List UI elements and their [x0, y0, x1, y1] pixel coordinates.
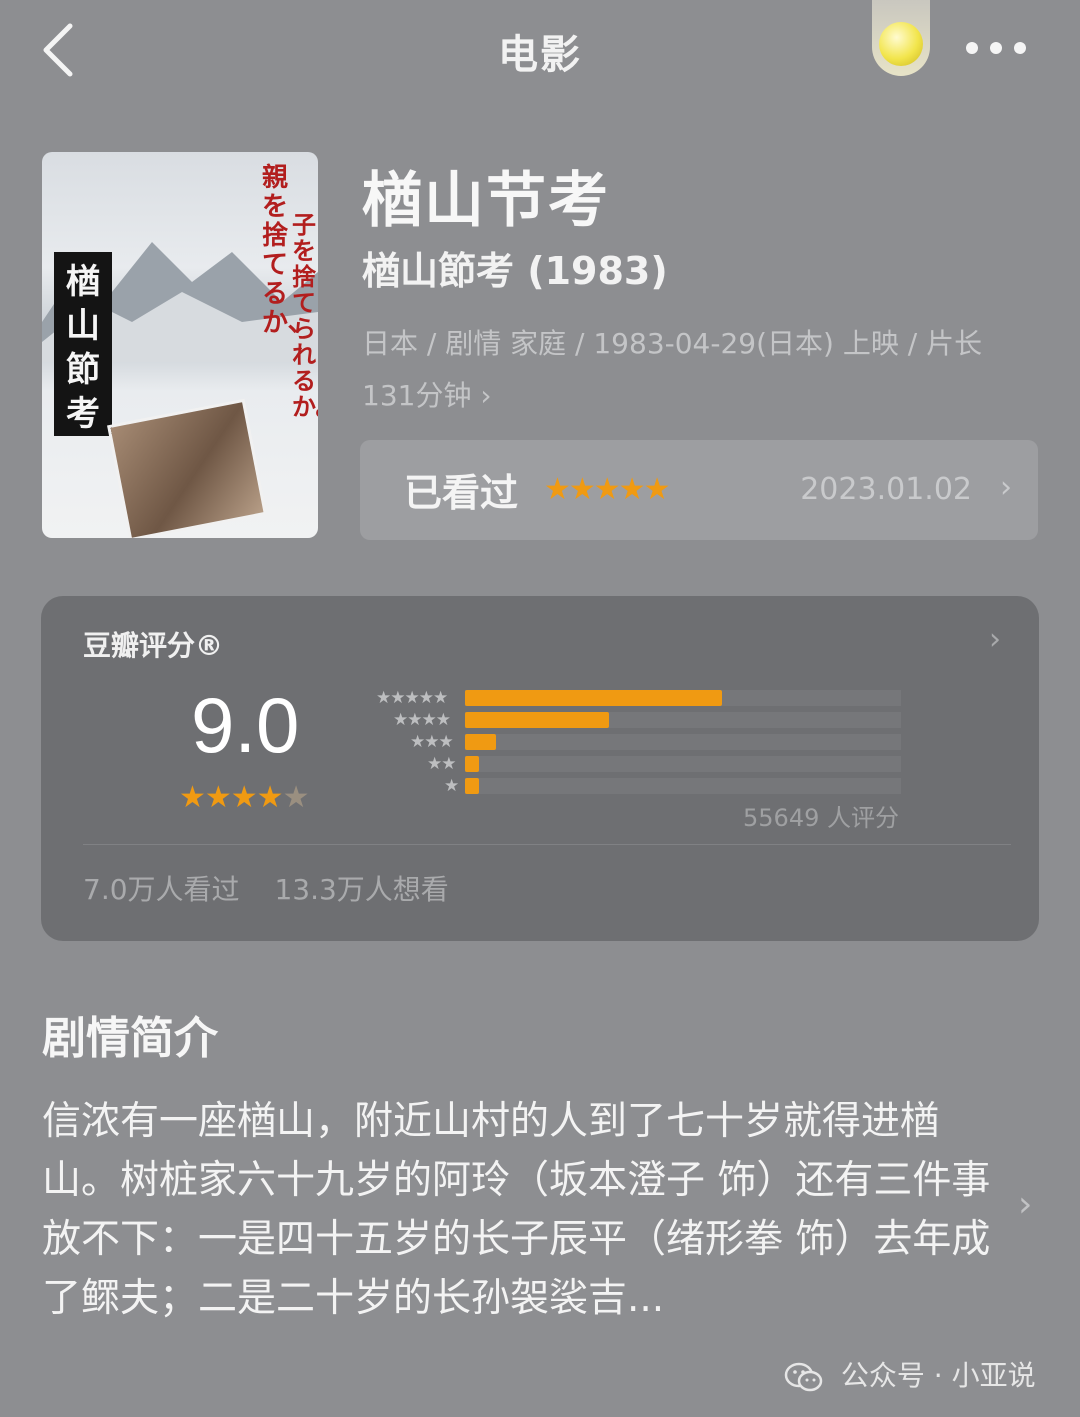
- movie-poster[interactable]: 楢山節考 親を捨てるか、 子を捨てられるか。: [42, 152, 318, 538]
- chevron-right-icon: ›: [480, 379, 492, 412]
- synopsis-heading: 剧情简介: [42, 1013, 218, 1064]
- watermark-text: 公众号 · 小亚说: [840, 1359, 1036, 1392]
- distribution-bar: [465, 690, 722, 706]
- rating-count: 55649 人评分: [743, 804, 899, 832]
- want-count: 13.3万人想看: [274, 873, 449, 906]
- movie-original-title: 楢山節考 (1983): [362, 249, 668, 293]
- watched-date: 2023.01.02: [800, 472, 972, 507]
- gold-coin-icon: [879, 22, 923, 66]
- distribution-stars: ★★★: [410, 732, 454, 752]
- distribution-bar: [465, 734, 496, 750]
- half-star-icon: ★: [282, 780, 310, 815]
- wechat-icon: [784, 1362, 823, 1392]
- rating-footer: 7.0万人看过 13.3万人想看: [83, 868, 475, 908]
- synopsis-text[interactable]: 信浓有一座楢山，附近山村的人到了七十岁就得进楢山。树桩家六十九岁的阿玲（坂本澄子…: [42, 1092, 992, 1328]
- rating-stars: ★★★★★: [179, 780, 310, 815]
- divider: [83, 844, 1011, 845]
- rating-score: 9.0: [191, 681, 300, 769]
- watched-count: 7.0万人看过: [83, 873, 240, 906]
- watched-label: 已看过: [404, 471, 519, 515]
- distribution-bar: [465, 756, 479, 772]
- distribution-track: [465, 756, 901, 772]
- douban-rating-card[interactable]: 豆瓣评分® › 9.0 ★★★★★ ★★★★★ ★★★★ ★★★ ★★ ★ 55649 …: [41, 596, 1039, 941]
- poster-tagline-1: 親を捨てるか、: [262, 163, 314, 338]
- movie-meta[interactable]: 日本 / 剧情 家庭 / 1983-04-29(日本) 上映 / 片长 131分…: [362, 318, 1042, 422]
- watched-status-bar[interactable]: 已看过 ★★★★★ 2023.01.02 ›: [360, 440, 1038, 540]
- distribution-stars: ★★★★: [393, 710, 451, 730]
- distribution-bar: [465, 712, 609, 728]
- full-stars: ★★★★: [179, 780, 284, 815]
- chevron-right-icon[interactable]: ›: [1018, 1184, 1032, 1225]
- coin-button[interactable]: [872, 0, 930, 76]
- distribution-stars: ★★: [427, 754, 457, 774]
- chevron-right-icon: ›: [989, 622, 1001, 657]
- distribution-track: [465, 778, 901, 794]
- poster-title-band: 楢山節考: [54, 252, 112, 436]
- rating-card-title: 豆瓣评分®: [83, 629, 224, 662]
- watermark: 公众号 · 小亚说: [784, 1354, 1036, 1394]
- distribution-track: [465, 734, 901, 750]
- movie-title: 楢山节考: [362, 166, 610, 236]
- poster-tagline-2: 子を捨てられるか。: [292, 210, 318, 421]
- distribution-stars: ★★★★★: [376, 688, 448, 708]
- distribution-stars: ★: [444, 776, 459, 796]
- movie-meta-text: 日本 / 剧情 家庭 / 1983-04-29(日本) 上映 / 片长 131分…: [362, 327, 983, 412]
- my-rating-stars: ★★★★★: [544, 472, 670, 507]
- poster-photo: [110, 402, 264, 538]
- distribution-bar: [465, 778, 479, 794]
- more-button[interactable]: [962, 30, 1032, 66]
- chevron-right-icon: ›: [1000, 470, 1012, 505]
